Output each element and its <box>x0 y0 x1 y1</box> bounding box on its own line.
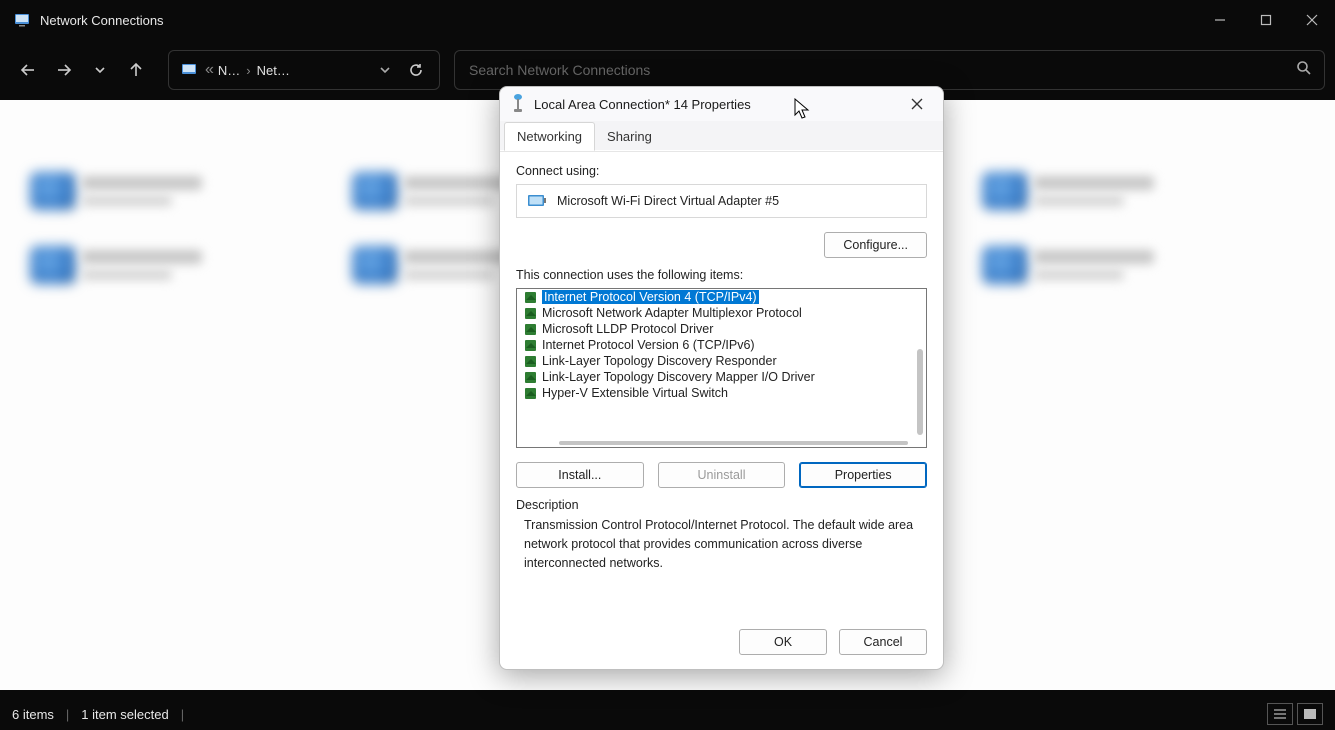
status-selected-count: 1 item selected <box>81 707 168 722</box>
breadcrumb-level-2[interactable]: Net… <box>257 63 290 78</box>
details-view-button[interactable] <box>1267 703 1293 725</box>
location-icon <box>179 60 199 80</box>
list-item[interactable]: Hyper-V Extensible Virtual Switch <box>517 385 926 401</box>
connection-item[interactable] <box>28 166 128 218</box>
minimize-button[interactable] <box>1197 0 1243 40</box>
uninstall-button: Uninstall <box>658 462 786 488</box>
forward-button[interactable] <box>46 52 82 88</box>
refresh-button[interactable] <box>399 62 433 78</box>
network-connections-icon <box>14 12 30 28</box>
horizontal-scrollbar[interactable] <box>559 441 908 445</box>
properties-dialog: Local Area Connection* 14 Properties Net… <box>499 86 944 670</box>
maximize-button[interactable] <box>1243 0 1289 40</box>
connect-using-label: Connect using: <box>516 164 927 178</box>
connection-items-list[interactable]: Internet Protocol Version 4 (TCP/IPv4) M… <box>516 288 927 448</box>
list-item[interactable]: Link-Layer Topology Discovery Mapper I/O… <box>517 369 926 385</box>
dialog-title: Local Area Connection* 14 Properties <box>534 97 751 112</box>
status-divider: | <box>181 707 184 722</box>
connection-properties-icon <box>510 93 526 116</box>
thumbnails-view-button[interactable] <box>1297 703 1323 725</box>
checkbox-icon[interactable] <box>525 324 536 335</box>
checkbox-icon[interactable] <box>525 388 536 399</box>
checkbox-icon[interactable] <box>525 372 536 383</box>
dialog-body: Connect using: Microsoft Wi-Fi Direct Vi… <box>500 151 943 617</box>
tab-sharing[interactable]: Sharing <box>595 123 664 150</box>
properties-button[interactable]: Properties <box>799 462 927 488</box>
description-text: Transmission Control Protocol/Internet P… <box>516 516 927 572</box>
status-bar: 6 items | 1 item selected | <box>0 698 1335 730</box>
status-divider: | <box>66 707 69 722</box>
close-button[interactable] <box>1289 0 1335 40</box>
adapter-box[interactable]: Microsoft Wi-Fi Direct Virtual Adapter #… <box>516 184 927 218</box>
dialog-footer: OK Cancel <box>500 617 943 669</box>
checkbox-icon[interactable] <box>525 292 536 303</box>
breadcrumb-level-1[interactable]: N… <box>218 63 240 78</box>
list-item[interactable]: Microsoft Network Adapter Multiplexor Pr… <box>517 305 926 321</box>
cancel-button[interactable]: Cancel <box>839 629 927 655</box>
address-bar[interactable]: « N… › Net… <box>168 50 440 90</box>
history-dropdown-button[interactable] <box>82 52 118 88</box>
list-item[interactable]: Internet Protocol Version 4 (TCP/IPv4) <box>517 289 926 305</box>
search-bar[interactable] <box>454 50 1325 90</box>
adapter-icon <box>527 193 547 209</box>
search-input[interactable] <box>467 61 1296 79</box>
window-title: Network Connections <box>40 13 164 28</box>
address-dropdown[interactable] <box>371 64 399 76</box>
window-titlebar: Network Connections <box>0 0 1335 40</box>
search-icon[interactable] <box>1296 60 1312 81</box>
description-label: Description <box>516 498 927 512</box>
connection-item[interactable] <box>350 240 450 292</box>
connection-item[interactable] <box>980 240 1080 292</box>
checkbox-icon[interactable] <box>525 308 536 319</box>
dialog-titlebar[interactable]: Local Area Connection* 14 Properties <box>500 87 943 121</box>
adapter-name: Microsoft Wi-Fi Direct Virtual Adapter #… <box>557 194 779 208</box>
install-button[interactable]: Install... <box>516 462 644 488</box>
connection-item[interactable] <box>28 240 128 292</box>
breadcrumb-separator: › <box>246 63 250 78</box>
uses-items-label: This connection uses the following items… <box>516 268 927 282</box>
list-item[interactable]: Link-Layer Topology Discovery Responder <box>517 353 926 369</box>
status-item-count: 6 items <box>12 707 54 722</box>
dialog-close-button[interactable] <box>895 89 939 119</box>
ok-button[interactable]: OK <box>739 629 827 655</box>
checkbox-icon[interactable] <box>525 340 536 351</box>
tab-networking[interactable]: Networking <box>504 122 595 151</box>
connection-item[interactable] <box>350 166 450 218</box>
breadcrumb-overflow[interactable]: « <box>205 61 214 79</box>
configure-button[interactable]: Configure... <box>824 232 927 258</box>
connection-item[interactable] <box>980 166 1080 218</box>
list-item[interactable]: Microsoft LLDP Protocol Driver <box>517 321 926 337</box>
list-item[interactable]: Internet Protocol Version 6 (TCP/IPv6) <box>517 337 926 353</box>
dialog-tabs: Networking Sharing <box>500 121 943 151</box>
vertical-scrollbar[interactable] <box>917 349 923 435</box>
up-button[interactable] <box>118 52 154 88</box>
back-button[interactable] <box>10 52 46 88</box>
checkbox-icon[interactable] <box>525 356 536 367</box>
